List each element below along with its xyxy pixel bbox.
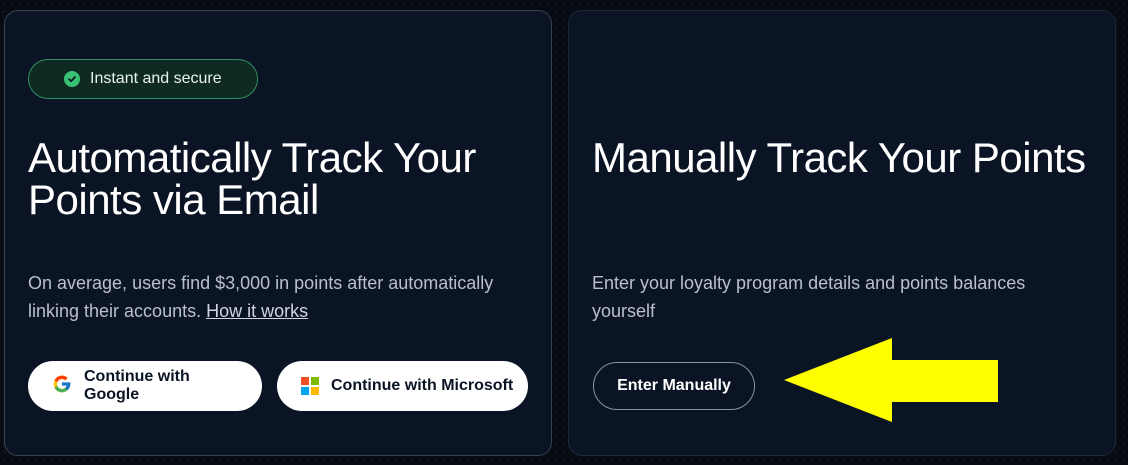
badge-label: Instant and secure xyxy=(90,70,222,87)
continue-with-microsoft-button[interactable]: Continue with Microsoft xyxy=(277,361,528,411)
auto-track-card: Instant and secure Automatically Track Y… xyxy=(4,10,552,456)
auto-track-title: Automatically Track Your Points via Emai… xyxy=(28,134,476,223)
microsoft-button-label: Continue with Microsoft xyxy=(331,377,514,394)
enter-manually-button[interactable]: Enter Manually xyxy=(593,362,755,410)
continue-with-google-button[interactable]: Continue with Google xyxy=(28,361,262,411)
manual-track-description: Enter your loyalty program details and p… xyxy=(592,273,1026,321)
instant-secure-badge: Instant and secure xyxy=(28,59,258,99)
manual-track-title: Manually Track Your Points xyxy=(592,134,1086,181)
auto-track-description: On average, users find $3,000 in points … xyxy=(28,269,528,325)
google-icon xyxy=(52,374,72,399)
how-it-works-link[interactable]: How it works xyxy=(206,301,308,321)
yellow-arrow-left-icon xyxy=(784,338,998,422)
google-button-label: Continue with Google xyxy=(84,368,190,403)
microsoft-icon xyxy=(301,377,319,395)
check-circle-icon xyxy=(64,71,80,87)
